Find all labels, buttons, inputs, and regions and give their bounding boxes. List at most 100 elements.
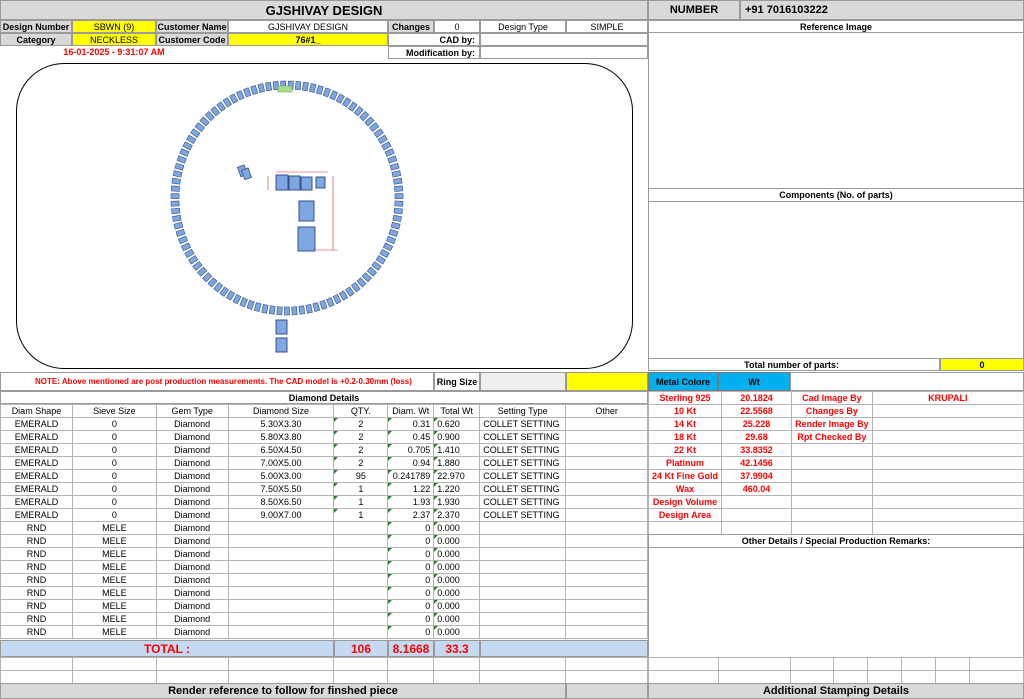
cell-gem-type[interactable]: Diamond bbox=[155, 443, 229, 457]
cell-diamond-size[interactable]: 5.30X3.30 bbox=[227, 417, 335, 431]
metal-name[interactable]: Platinum bbox=[647, 456, 723, 470]
metal-weight[interactable]: 42.1456 bbox=[721, 456, 793, 470]
cell-setting-type[interactable]: COLLET SETTING bbox=[479, 495, 567, 509]
cell-total-wt[interactable]: 1.880 bbox=[433, 456, 481, 470]
cell-gem-type[interactable]: Diamond bbox=[155, 612, 229, 626]
cad-by-value[interactable] bbox=[480, 33, 648, 46]
cell-qty[interactable]: 1 bbox=[333, 495, 389, 509]
cell-gem-type[interactable]: Diamond bbox=[155, 560, 229, 574]
cell-diam-shape[interactable]: RND bbox=[0, 521, 73, 535]
cell-diam-wt[interactable]: 0 bbox=[387, 586, 435, 600]
metal-weight[interactable]: 22.5568 bbox=[721, 404, 793, 418]
cell-diam-wt[interactable]: 0 bbox=[387, 599, 435, 613]
cell-diam-wt[interactable]: 0.241789 bbox=[387, 469, 435, 483]
cell-total-wt[interactable]: 0.000 bbox=[433, 625, 481, 639]
cell-qty[interactable] bbox=[333, 534, 389, 548]
cell-diamond-size[interactable] bbox=[227, 599, 335, 613]
credit-value[interactable] bbox=[871, 417, 1024, 431]
cell-total-wt[interactable]: 1.220 bbox=[433, 482, 481, 496]
ring-size-input[interactable] bbox=[480, 372, 566, 391]
cell-other[interactable] bbox=[565, 508, 648, 522]
cell-setting-type[interactable]: COLLET SETTING bbox=[479, 430, 567, 444]
cell-diam-wt[interactable]: 0 bbox=[387, 534, 435, 548]
cell-sieve-size[interactable]: MELE bbox=[71, 586, 157, 600]
cell-qty[interactable]: 1 bbox=[333, 508, 389, 522]
cell-diam-shape[interactable]: EMERALD bbox=[0, 430, 73, 444]
cell-setting-type[interactable] bbox=[479, 573, 567, 587]
cell-qty[interactable]: 2 bbox=[333, 443, 389, 457]
cell-diam-wt[interactable]: 0 bbox=[387, 547, 435, 561]
cell-total-wt[interactable]: 0.000 bbox=[433, 573, 481, 587]
cell-diamond-size[interactable] bbox=[227, 521, 335, 535]
cell-diamond-size[interactable] bbox=[227, 560, 335, 574]
design-number-value[interactable]: SBWN (9) bbox=[72, 20, 156, 33]
cell-gem-type[interactable]: Diamond bbox=[155, 586, 229, 600]
cell-gem-type[interactable]: Diamond bbox=[155, 521, 229, 535]
metal-name[interactable]: 22 Kt bbox=[647, 443, 723, 457]
cell-other[interactable] bbox=[565, 495, 648, 509]
cell-other[interactable] bbox=[565, 612, 648, 626]
cell-diam-shape[interactable]: EMERALD bbox=[0, 495, 73, 509]
ring-size-value[interactable] bbox=[566, 372, 648, 391]
cell-sieve-size[interactable]: 0 bbox=[71, 430, 157, 444]
metal-name[interactable]: 14 Kt bbox=[647, 417, 723, 431]
cell-gem-type[interactable]: Diamond bbox=[155, 430, 229, 444]
cell-sieve-size[interactable]: MELE bbox=[71, 573, 157, 587]
cell-total-wt[interactable]: 1.930 bbox=[433, 495, 481, 509]
cell-other[interactable] bbox=[565, 625, 648, 639]
metal-name[interactable]: Sterling 925 bbox=[647, 391, 723, 405]
cell-diam-shape[interactable]: EMERALD bbox=[0, 456, 73, 470]
cell-diam-shape[interactable]: EMERALD bbox=[0, 508, 73, 522]
metal-weight[interactable]: 20.1824 bbox=[721, 391, 793, 405]
cell-diam-shape[interactable]: EMERALD bbox=[0, 469, 73, 483]
cell-gem-type[interactable]: Diamond bbox=[155, 625, 229, 639]
cell-gem-type[interactable]: Diamond bbox=[155, 469, 229, 483]
cell-qty[interactable] bbox=[333, 599, 389, 613]
cell-sieve-size[interactable]: MELE bbox=[71, 521, 157, 535]
metal-name[interactable]: Design Volume bbox=[647, 495, 723, 509]
cell-diam-wt[interactable]: 2.37 bbox=[387, 508, 435, 522]
credit-label[interactable]: Changes By bbox=[791, 404, 873, 418]
cell-setting-type[interactable]: COLLET SETTING bbox=[479, 456, 567, 470]
cell-diamond-size[interactable] bbox=[227, 586, 335, 600]
cell-setting-type[interactable] bbox=[479, 586, 567, 600]
cell-gem-type[interactable]: Diamond bbox=[155, 534, 229, 548]
customer-code-value[interactable]: 76#1_ bbox=[228, 33, 388, 46]
category-value[interactable]: NECKLESS bbox=[72, 33, 156, 46]
cell-setting-type[interactable] bbox=[479, 625, 567, 639]
credit-value[interactable] bbox=[871, 430, 1024, 444]
cell-diamond-size[interactable] bbox=[227, 625, 335, 639]
metal-name[interactable]: 24 Kt Fine Gold bbox=[647, 469, 723, 483]
cell-setting-type[interactable] bbox=[479, 521, 567, 535]
cell-diam-wt[interactable]: 1.22 bbox=[387, 482, 435, 496]
cell-diam-shape[interactable]: EMERALD bbox=[0, 443, 73, 457]
cell-diam-shape[interactable]: EMERALD bbox=[0, 417, 73, 431]
cell-diamond-size[interactable] bbox=[227, 612, 335, 626]
cell-qty[interactable] bbox=[333, 586, 389, 600]
cell-diamond-size[interactable]: 7.50X5.50 bbox=[227, 482, 335, 496]
credit-value[interactable] bbox=[871, 404, 1024, 418]
credit-value[interactable]: KRUPALI bbox=[871, 391, 1024, 405]
cell-other[interactable] bbox=[565, 469, 648, 483]
cell-diamond-size[interactable]: 8.50X6.50 bbox=[227, 495, 335, 509]
cell-qty[interactable] bbox=[333, 547, 389, 561]
cell-setting-type[interactable]: COLLET SETTING bbox=[479, 508, 567, 522]
cell-other[interactable] bbox=[565, 534, 648, 548]
design-type-value[interactable]: SIMPLE bbox=[566, 20, 648, 33]
metal-weight[interactable] bbox=[721, 495, 793, 509]
metal-name[interactable]: Wax bbox=[647, 482, 723, 496]
cell-other[interactable] bbox=[565, 573, 648, 587]
cell-sieve-size[interactable]: 0 bbox=[71, 443, 157, 457]
cell-diam-wt[interactable]: 0 bbox=[387, 560, 435, 574]
metal-weight[interactable]: 29.68 bbox=[721, 430, 793, 444]
cell-gem-type[interactable]: Diamond bbox=[155, 547, 229, 561]
cell-diam-shape[interactable]: RND bbox=[0, 573, 73, 587]
cell-diam-shape[interactable]: RND bbox=[0, 586, 73, 600]
cell-sieve-size[interactable]: 0 bbox=[71, 417, 157, 431]
cell-sieve-size[interactable]: MELE bbox=[71, 625, 157, 639]
cell-diamond-size[interactable]: 9.00X7.00 bbox=[227, 508, 335, 522]
cell-diamond-size[interactable]: 7.00X5.00 bbox=[227, 456, 335, 470]
cell-diamond-size[interactable] bbox=[227, 547, 335, 561]
cell-total-wt[interactable]: 0.000 bbox=[433, 586, 481, 600]
cell-sieve-size[interactable]: MELE bbox=[71, 599, 157, 613]
